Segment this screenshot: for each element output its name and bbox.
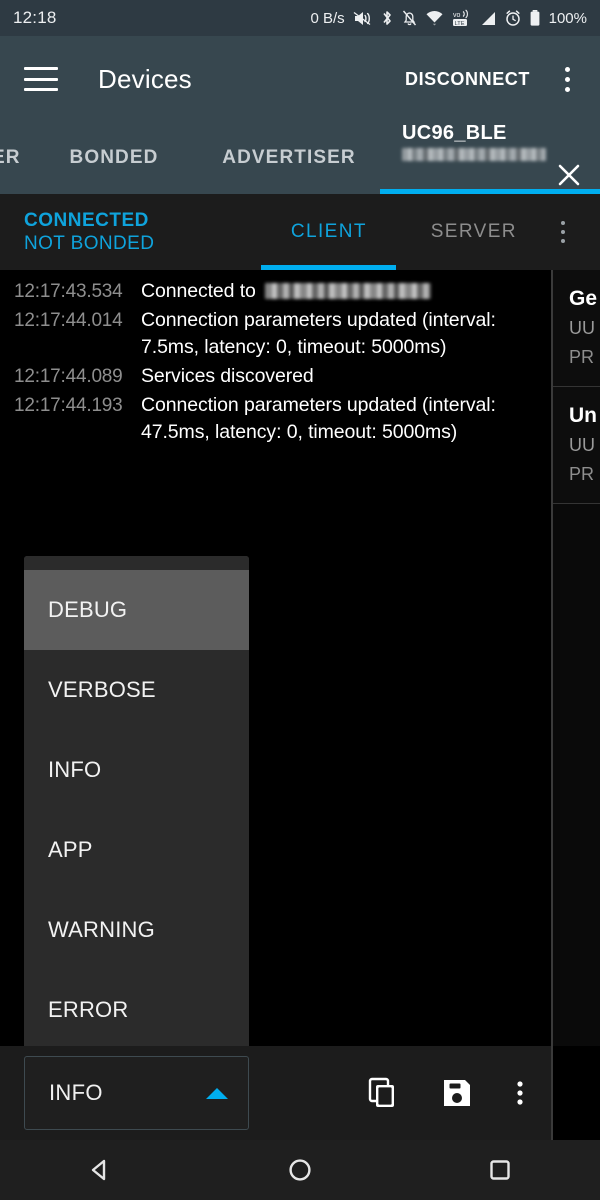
log-timestamp: 12:17:43.534 [14, 281, 123, 302]
tab-scanner[interactable]: ER [0, 122, 34, 194]
service-uuid: UU [569, 318, 595, 338]
status-bar-icons: 0 B/s vo LTE 100% [310, 9, 587, 27]
log-timestamp: 12:17:44.014 [14, 310, 123, 331]
log-message: Connection parameters updated (interval:… [141, 309, 496, 358]
tab-scanner-label: ER [0, 147, 21, 168]
android-navigation-bar [0, 1140, 600, 1200]
log-message: Services discovered [141, 365, 314, 387]
log-timestamp: 12:17:44.089 [14, 366, 123, 387]
log-message: Connected to [141, 278, 545, 305]
menu-top-padding [24, 556, 249, 570]
tab-client[interactable]: CLIENT [261, 194, 397, 270]
tab-advertiser-label: ADVERTISER [222, 147, 356, 168]
tab-device-label: UC96_BLE [402, 122, 507, 144]
copy-icon[interactable] [365, 1076, 399, 1110]
tab-bonded-label: BONDED [69, 147, 159, 168]
log-entry: 12:17:44.193 Connection parameters updat… [0, 392, 551, 446]
menu-item-verbose[interactable]: VERBOSE [24, 650, 249, 730]
log-level-spinner[interactable]: INFO [24, 1056, 249, 1130]
menu-item-debug-label: DEBUG [48, 597, 128, 622]
home-circle-icon[interactable] [270, 1140, 330, 1200]
log-redacted-address [265, 283, 432, 299]
battery-percentage: 100% [548, 9, 587, 27]
log-level-spinner-value: INFO [49, 1080, 103, 1105]
alarm-icon [504, 9, 522, 27]
disconnect-button[interactable]: DISCONNECT [405, 69, 530, 90]
connection-state: CONNECTED NOT BONDED [24, 210, 154, 255]
data-rate-label: 0 B/s [310, 9, 345, 27]
app-bar: Devices DISCONNECT [0, 36, 600, 122]
bluetooth-icon [380, 9, 394, 27]
log-message-text: Connected to [141, 280, 262, 302]
status-bar-clock: 12:18 [13, 8, 57, 27]
log-toolbar-actions [365, 1076, 525, 1110]
log-level-dropdown-menu[interactable]: DEBUG VERBOSE INFO APP WARNING ERROR [24, 556, 249, 1050]
close-icon[interactable] [552, 158, 586, 192]
svg-text:vo: vo [453, 12, 461, 19]
log-entry: 12:17:44.089 Services discovered [0, 363, 551, 390]
device-screen: 12:18 0 B/s vo LTE 100% Devices DISCONNE… [0, 0, 600, 1200]
menu-item-debug[interactable]: DEBUG [24, 570, 249, 650]
hamburger-menu-icon[interactable] [24, 67, 58, 91]
log-entry: 12:17:43.534 Connected to [0, 278, 551, 305]
connection-state-label: CONNECTED [24, 209, 149, 231]
menu-item-warning-label: WARNING [48, 917, 155, 942]
bottom-bar-filler [551, 1046, 600, 1140]
tab-bonded[interactable]: BONDED [34, 122, 194, 194]
log-toolbar: INFO [0, 1046, 551, 1140]
device-tab-strip: ER BONDED ADVERTISER UC96_BLE [0, 122, 600, 194]
service-name: Un [569, 404, 597, 427]
connection-status-bar: CONNECTED NOT BONDED CLIENT SERVER [0, 194, 600, 270]
megaphone-icon [353, 10, 373, 27]
menu-item-app-label: APP [48, 837, 93, 862]
tab-client-label: CLIENT [290, 221, 367, 242]
wifi-icon [425, 10, 444, 26]
status-bar: 12:18 0 B/s vo LTE 100% [0, 0, 600, 36]
tab-device-address-redacted [402, 148, 546, 161]
page-title: Devices [98, 63, 192, 94]
bond-state-label: NOT BONDED [24, 232, 155, 254]
back-triangle-icon[interactable] [70, 1140, 130, 1200]
service-type: PR [569, 347, 595, 367]
service-type: PR [569, 464, 595, 484]
volte-icon: vo LTE [451, 9, 471, 27]
recents-square-icon[interactable] [470, 1140, 530, 1200]
menu-item-app[interactable]: APP [24, 810, 249, 890]
menu-item-error[interactable]: ERROR [24, 970, 249, 1050]
log-message: Connection parameters updated (interval:… [141, 394, 496, 443]
menu-item-verbose-label: VERBOSE [48, 677, 156, 702]
caret-up-icon [206, 1087, 228, 1099]
svg-text:LTE: LTE [454, 21, 464, 27]
log-timestamp: 12:17:44.193 [14, 395, 123, 416]
notifications-muted-icon [401, 9, 418, 27]
tab-advertiser[interactable]: ADVERTISER [194, 122, 384, 194]
service-card[interactable]: Un UU PR [553, 387, 600, 504]
menu-item-warning[interactable]: WARNING [24, 890, 249, 970]
service-card[interactable]: Ge UU PR [553, 270, 600, 387]
services-panel[interactable]: Ge UU PR Un UU PR [551, 270, 600, 1046]
connection-overflow-menu-icon[interactable] [548, 221, 578, 243]
service-name: Ge [569, 287, 598, 310]
tab-server-label: SERVER [430, 221, 517, 242]
log-entry: 12:17:44.014 Connection parameters updat… [0, 307, 551, 361]
cellular-signal-icon [478, 10, 497, 27]
tab-server[interactable]: SERVER [406, 194, 541, 270]
battery-icon [529, 9, 541, 27]
menu-item-info[interactable]: INFO [24, 730, 249, 810]
menu-item-info-label: INFO [48, 757, 102, 782]
service-uuid: UU [569, 435, 595, 455]
menu-item-error-label: ERROR [48, 997, 129, 1022]
log-toolbar-overflow-menu-icon[interactable] [515, 1077, 525, 1109]
app-bar-overflow-menu-icon[interactable] [552, 66, 582, 92]
save-icon[interactable] [441, 1077, 473, 1109]
